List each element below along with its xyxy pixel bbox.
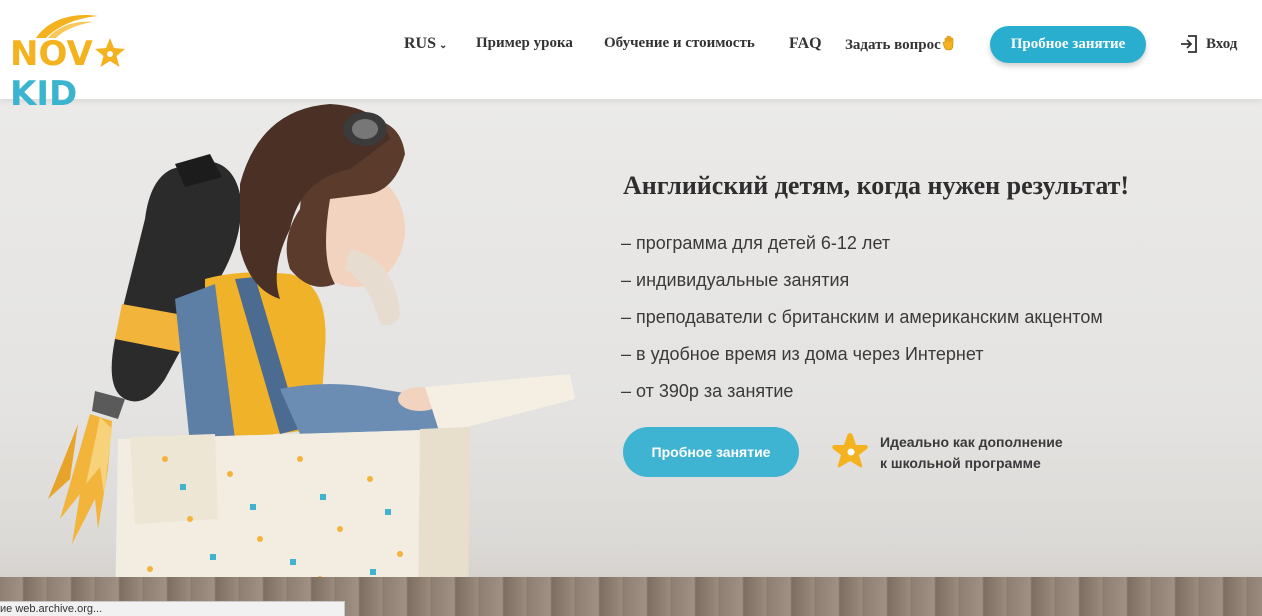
hero-section: Английский детям, когда нужен результат!… bbox=[0, 99, 1262, 616]
hero-child-photo bbox=[48, 104, 575, 616]
star-icon bbox=[832, 433, 868, 468]
login-icon bbox=[1181, 35, 1197, 53]
feature-item: – от 390р за занятие bbox=[621, 381, 794, 401]
language-selector[interactable]: RUS ⌄ bbox=[404, 35, 447, 53]
nav-lesson-example[interactable]: Пример урока bbox=[476, 35, 573, 52]
trial-lesson-button-header[interactable]: Пробное занятие bbox=[990, 26, 1146, 63]
feature-item: – преподаватели с британским и американс… bbox=[621, 307, 1103, 327]
feature-list: – программа для детей 6-12 лет – индивид… bbox=[621, 232, 1103, 417]
nav-faq[interactable]: FAQ bbox=[789, 35, 822, 53]
nav-study-pricing[interactable]: Обучение и стоимость bbox=[604, 35, 755, 52]
paper-flames bbox=[48, 414, 112, 544]
login-label: Вход bbox=[1206, 35, 1238, 52]
login-link[interactable]: Вход bbox=[1180, 33, 1237, 55]
feature-item: – программа для детей 6-12 лет bbox=[621, 233, 891, 253]
nav-ask-question[interactable]: Задать вопрос bbox=[845, 35, 956, 54]
browser-status-bar: ие web.archive.org... bbox=[0, 601, 345, 616]
supplement-note: Идеально как дополнение к школьной прогр… bbox=[880, 432, 1063, 474]
logo-text-kid: KID bbox=[10, 74, 78, 114]
nav-ask-label: Задать вопрос bbox=[845, 37, 941, 53]
chevron-down-icon: ⌄ bbox=[439, 40, 448, 51]
feature-item: – индивидуальные занятия bbox=[621, 270, 850, 290]
language-label: RUS bbox=[404, 35, 437, 52]
raised-hand-icon bbox=[942, 35, 954, 51]
hero-title: Английский детям, когда нужен результат! bbox=[623, 171, 1130, 200]
supplement-line: к школьной программе bbox=[880, 455, 1041, 471]
supplement-line: Идеально как дополнение bbox=[880, 434, 1063, 450]
trial-lesson-button-hero[interactable]: Пробное занятие bbox=[623, 427, 799, 477]
feature-item: – в удобное время из дома через Интернет bbox=[621, 344, 984, 364]
site-header: NOVKID RUS ⌄ Пример урока Обучение и стои… bbox=[0, 0, 1262, 114]
